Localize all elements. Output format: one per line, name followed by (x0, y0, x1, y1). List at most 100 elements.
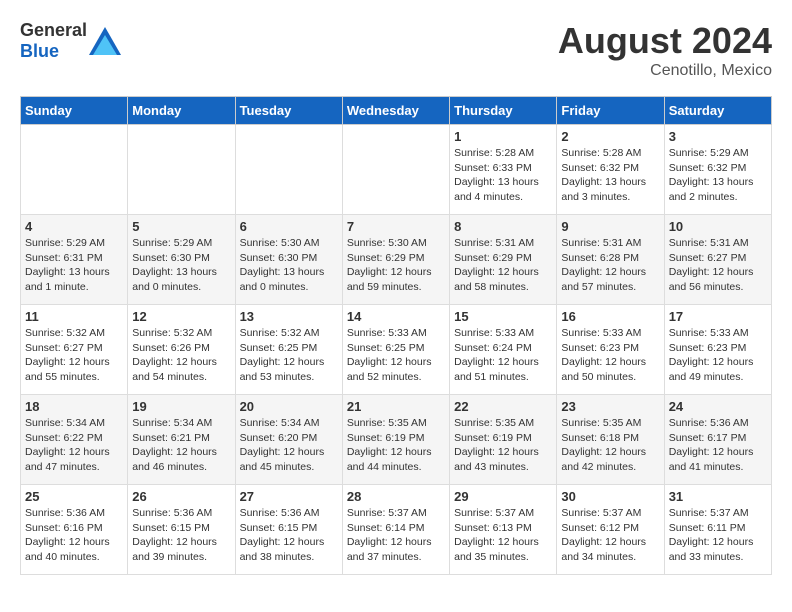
calendar-cell (128, 125, 235, 215)
calendar-cell (21, 125, 128, 215)
day-number: 15 (454, 309, 552, 324)
calendar-header-row: SundayMondayTuesdayWednesdayThursdayFrid… (21, 97, 772, 125)
calendar-cell: 27 Sunrise: 5:36 AM Sunset: 6:15 PM Dayli… (235, 485, 342, 575)
calendar-cell: 10Sunrise: 5:31 AM Sunset: 6:27 PM Dayli… (664, 215, 771, 305)
day-number: 22 (454, 399, 552, 414)
calendar-cell: 21 Sunrise: 5:35 AM Sunset: 6:19 PM Dayli… (342, 395, 449, 485)
day-number: 12 (132, 309, 230, 324)
day-number: 14 (347, 309, 445, 324)
calendar-cell: 31 Sunrise: 5:37 AM Sunset: 6:11 PM Dayli… (664, 485, 771, 575)
day-number: 16 (561, 309, 659, 324)
logo-icon (89, 27, 121, 55)
day-number: 3 (669, 129, 767, 144)
header-sunday: Sunday (21, 97, 128, 125)
day-info: Sunrise: 5:29 AM Sunset: 6:30 PM Dayligh… (132, 236, 230, 295)
calendar-cell: 25 Sunrise: 5:36 AM Sunset: 6:16 PM Dayli… (21, 485, 128, 575)
day-number: 21 (347, 399, 445, 414)
day-info: Sunrise: 5:31 AM Sunset: 6:28 PM Dayligh… (561, 236, 659, 295)
day-number: 31 (669, 489, 767, 504)
day-number: 4 (25, 219, 123, 234)
day-info: Sunrise: 5:33 AM Sunset: 6:23 PM Dayligh… (669, 326, 767, 385)
day-number: 5 (132, 219, 230, 234)
day-info: Sunrise: 5:37 AM Sunset: 6:11 PM Dayligh… (669, 506, 767, 565)
day-number: 26 (132, 489, 230, 504)
day-info: Sunrise: 5:36 AM Sunset: 6:15 PM Dayligh… (132, 506, 230, 565)
day-info: Sunrise: 5:36 AM Sunset: 6:16 PM Dayligh… (25, 506, 123, 565)
calendar-cell: 11Sunrise: 5:32 AM Sunset: 6:27 PM Dayli… (21, 305, 128, 395)
calendar-cell: 15Sunrise: 5:33 AM Sunset: 6:24 PM Dayli… (450, 305, 557, 395)
day-info: Sunrise: 5:32 AM Sunset: 6:26 PM Dayligh… (132, 326, 230, 385)
calendar-week-row: 11Sunrise: 5:32 AM Sunset: 6:27 PM Dayli… (21, 305, 772, 395)
day-info: Sunrise: 5:31 AM Sunset: 6:27 PM Dayligh… (669, 236, 767, 295)
day-info: Sunrise: 5:37 AM Sunset: 6:14 PM Dayligh… (347, 506, 445, 565)
calendar-cell: 9 Sunrise: 5:31 AM Sunset: 6:28 PM Daylig… (557, 215, 664, 305)
calendar-cell: 24 Sunrise: 5:36 AM Sunset: 6:17 PM Dayli… (664, 395, 771, 485)
day-info: Sunrise: 5:29 AM Sunset: 6:32 PM Dayligh… (669, 146, 767, 205)
day-info: Sunrise: 5:29 AM Sunset: 6:31 PM Dayligh… (25, 236, 123, 295)
calendar-cell: 20Sunrise: 5:34 AM Sunset: 6:20 PM Dayli… (235, 395, 342, 485)
day-info: Sunrise: 5:34 AM Sunset: 6:20 PM Dayligh… (240, 416, 338, 475)
header-thursday: Thursday (450, 97, 557, 125)
day-info: Sunrise: 5:34 AM Sunset: 6:21 PM Dayligh… (132, 416, 230, 475)
calendar-cell: 12 Sunrise: 5:32 AM Sunset: 6:26 PM Dayli… (128, 305, 235, 395)
day-info: Sunrise: 5:37 AM Sunset: 6:12 PM Dayligh… (561, 506, 659, 565)
header-monday: Monday (128, 97, 235, 125)
calendar-cell: 6 Sunrise: 5:30 AM Sunset: 6:30 PM Daylig… (235, 215, 342, 305)
day-number: 7 (347, 219, 445, 234)
day-info: Sunrise: 5:31 AM Sunset: 6:29 PM Dayligh… (454, 236, 552, 295)
calendar-week-row: 4 Sunrise: 5:29 AM Sunset: 6:31 PM Daylig… (21, 215, 772, 305)
calendar-cell: 4 Sunrise: 5:29 AM Sunset: 6:31 PM Daylig… (21, 215, 128, 305)
day-number: 8 (454, 219, 552, 234)
logo-text: General Blue (20, 20, 87, 62)
logo-general: General (20, 20, 87, 40)
day-info: Sunrise: 5:30 AM Sunset: 6:30 PM Dayligh… (240, 236, 338, 295)
calendar-cell: 22 Sunrise: 5:35 AM Sunset: 6:19 PM Dayli… (450, 395, 557, 485)
calendar-cell: 16 Sunrise: 5:33 AM Sunset: 6:23 PM Dayli… (557, 305, 664, 395)
logo: General Blue (20, 20, 121, 62)
day-info: Sunrise: 5:36 AM Sunset: 6:15 PM Dayligh… (240, 506, 338, 565)
calendar-cell: 13Sunrise: 5:32 AM Sunset: 6:25 PM Dayli… (235, 305, 342, 395)
day-info: Sunrise: 5:32 AM Sunset: 6:27 PM Dayligh… (25, 326, 123, 385)
calendar-cell: 5 Sunrise: 5:29 AM Sunset: 6:30 PM Daylig… (128, 215, 235, 305)
day-number: 1 (454, 129, 552, 144)
day-number: 2 (561, 129, 659, 144)
logo-blue: Blue (20, 41, 59, 61)
day-number: 9 (561, 219, 659, 234)
day-info: Sunrise: 5:36 AM Sunset: 6:17 PM Dayligh… (669, 416, 767, 475)
calendar-cell: 3 Sunrise: 5:29 AM Sunset: 6:32 PM Daylig… (664, 125, 771, 215)
day-number: 28 (347, 489, 445, 504)
day-info: Sunrise: 5:34 AM Sunset: 6:22 PM Dayligh… (25, 416, 123, 475)
calendar-cell (342, 125, 449, 215)
calendar-cell (235, 125, 342, 215)
calendar-table: SundayMondayTuesdayWednesdayThursdayFrid… (20, 96, 772, 575)
header-tuesday: Tuesday (235, 97, 342, 125)
header-wednesday: Wednesday (342, 97, 449, 125)
day-number: 18 (25, 399, 123, 414)
day-info: Sunrise: 5:33 AM Sunset: 6:23 PM Dayligh… (561, 326, 659, 385)
day-info: Sunrise: 5:30 AM Sunset: 6:29 PM Dayligh… (347, 236, 445, 295)
day-info: Sunrise: 5:35 AM Sunset: 6:19 PM Dayligh… (454, 416, 552, 475)
day-number: 24 (669, 399, 767, 414)
day-number: 25 (25, 489, 123, 504)
calendar-cell: 8 Sunrise: 5:31 AM Sunset: 6:29 PM Daylig… (450, 215, 557, 305)
calendar-cell: 2Sunrise: 5:28 AM Sunset: 6:32 PM Daylig… (557, 125, 664, 215)
calendar-cell: 18 Sunrise: 5:34 AM Sunset: 6:22 PM Dayli… (21, 395, 128, 485)
month-year: August 2024 (558, 20, 772, 62)
page-header: General Blue August 2024 Cenotillo, Mexi… (20, 20, 772, 80)
day-info: Sunrise: 5:35 AM Sunset: 6:18 PM Dayligh… (561, 416, 659, 475)
day-number: 29 (454, 489, 552, 504)
day-number: 27 (240, 489, 338, 504)
calendar-cell: 7 Sunrise: 5:30 AM Sunset: 6:29 PM Daylig… (342, 215, 449, 305)
calendar-cell: 14Sunrise: 5:33 AM Sunset: 6:25 PM Dayli… (342, 305, 449, 395)
day-number: 6 (240, 219, 338, 234)
day-info: Sunrise: 5:35 AM Sunset: 6:19 PM Dayligh… (347, 416, 445, 475)
calendar-cell: 23Sunrise: 5:35 AM Sunset: 6:18 PM Dayli… (557, 395, 664, 485)
day-number: 30 (561, 489, 659, 504)
calendar-cell: 28 Sunrise: 5:37 AM Sunset: 6:14 PM Dayli… (342, 485, 449, 575)
day-number: 13 (240, 309, 338, 324)
day-info: Sunrise: 5:37 AM Sunset: 6:13 PM Dayligh… (454, 506, 552, 565)
header-saturday: Saturday (664, 97, 771, 125)
location: Cenotillo, Mexico (558, 62, 772, 80)
day-number: 17 (669, 309, 767, 324)
calendar-week-row: 25 Sunrise: 5:36 AM Sunset: 6:16 PM Dayli… (21, 485, 772, 575)
